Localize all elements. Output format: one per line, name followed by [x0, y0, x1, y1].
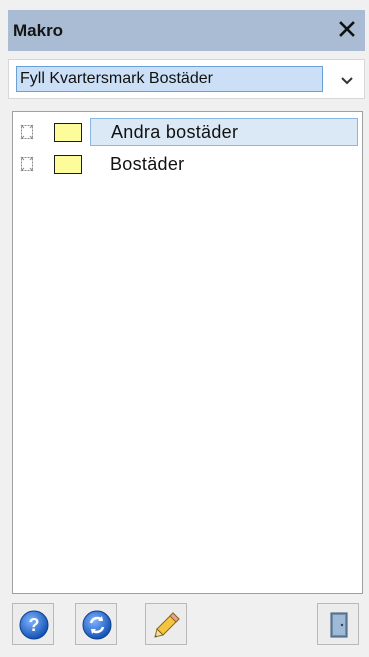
checkbox-icon[interactable]: [20, 156, 34, 172]
color-swatch: [54, 155, 82, 174]
macro-item-list[interactable]: Andra bostäder Bostäder: [12, 111, 363, 594]
help-button[interactable]: ?: [12, 603, 54, 645]
list-item-label[interactable]: Andra bostäder: [90, 118, 358, 146]
panel-title: Makro: [13, 21, 64, 40]
panel-titlebar: Makro: [8, 10, 365, 51]
edit-button[interactable]: [145, 603, 187, 645]
svg-text:?: ?: [29, 615, 40, 635]
checkbox-icon[interactable]: [20, 124, 34, 140]
color-swatch: [54, 123, 82, 142]
macro-dropdown-value[interactable]: Fyll Kvartersmark Bostäder: [16, 66, 323, 92]
list-item[interactable]: Andra bostäder: [13, 118, 362, 146]
macro-dropdown[interactable]: Fyll Kvartersmark Bostäder: [8, 59, 365, 99]
chevron-down-icon[interactable]: [340, 74, 354, 86]
close-icon[interactable]: [337, 19, 357, 39]
help-icon: ?: [19, 610, 49, 640]
exit-button[interactable]: [317, 603, 359, 645]
refresh-button[interactable]: [75, 603, 117, 645]
refresh-icon: [82, 610, 112, 640]
list-item[interactable]: Bostäder: [13, 150, 362, 178]
exit-door-icon: [330, 612, 348, 638]
list-item-label[interactable]: Bostäder: [90, 150, 204, 178]
pencil-icon: [154, 612, 180, 638]
makro-panel: Makro Fyll Kvartersmark Bostäder Andra b…: [0, 0, 369, 657]
